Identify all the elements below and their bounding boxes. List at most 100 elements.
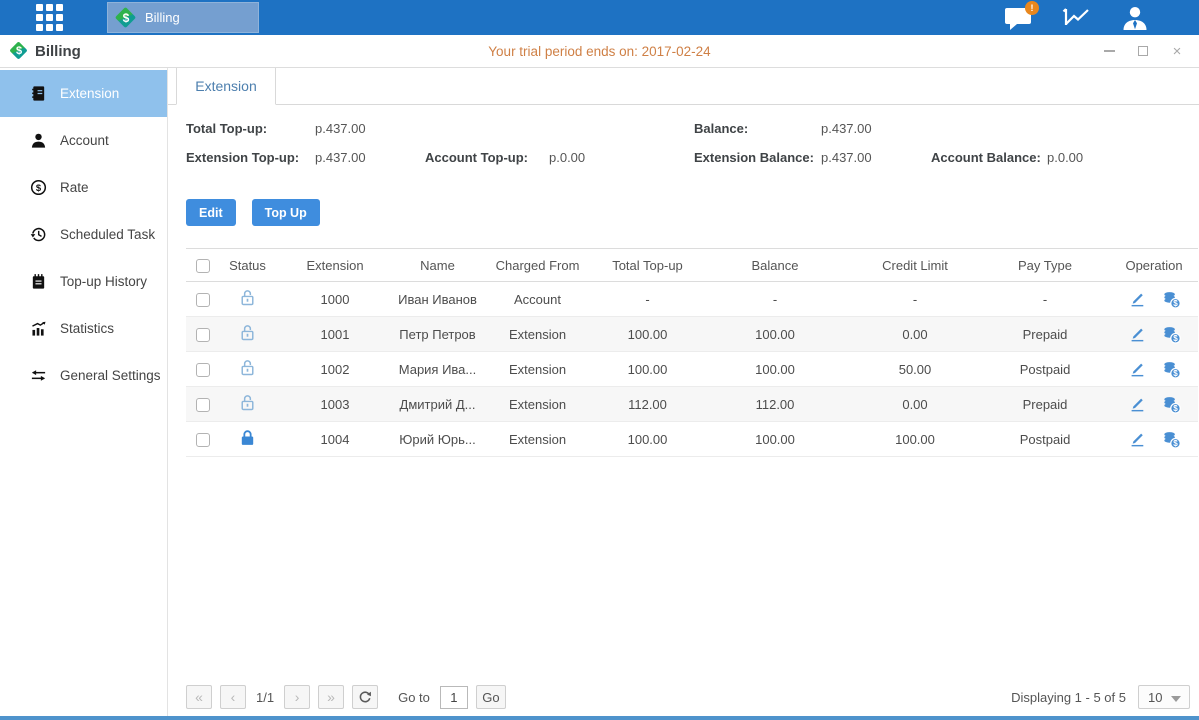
main-content: Extension Total Top-up: p.437.00 Extensi… xyxy=(168,68,1199,716)
refresh-button[interactable] xyxy=(352,685,378,709)
edit-pencil-icon[interactable] xyxy=(1128,325,1146,343)
top-up-coins-icon[interactable]: $ xyxy=(1162,395,1181,414)
next-page-button[interactable]: › xyxy=(284,685,310,709)
tab-bar: Extension xyxy=(168,68,1199,105)
sidebar-item-rate[interactable]: $ Rate xyxy=(0,164,167,211)
edit-pencil-icon[interactable] xyxy=(1128,430,1146,448)
close-button[interactable]: × xyxy=(1169,43,1185,59)
first-page-button[interactable]: « xyxy=(186,685,212,709)
extension-balance-value: p.437.00 xyxy=(821,150,931,165)
trial-period-message: Your trial period ends on: 2017-02-24 xyxy=(0,44,1199,59)
prev-page-button[interactable]: ‹ xyxy=(220,685,246,709)
top-up-coins-icon[interactable]: $ xyxy=(1162,360,1181,379)
cell-name: Иван Иванов xyxy=(395,282,480,317)
last-page-button[interactable]: » xyxy=(318,685,344,709)
cell-name: Петр Петров xyxy=(395,317,480,352)
billing-app-icon: $ xyxy=(115,7,137,29)
sidebar-item-extension[interactable]: Extension xyxy=(0,70,167,117)
svg-text:$: $ xyxy=(1173,369,1178,378)
svg-text:$: $ xyxy=(1173,299,1178,308)
extension-topup-label: Extension Top-up: xyxy=(186,150,315,165)
cell-pay-type: Prepaid xyxy=(980,387,1110,422)
cell-total-topup: - xyxy=(595,282,700,317)
sidebar-item-account[interactable]: Account xyxy=(0,117,167,164)
window-title-bar: $ Billing Your trial period ends on: 201… xyxy=(0,35,1199,68)
top-up-coins-icon[interactable]: $ xyxy=(1162,290,1181,309)
status-unlocked-icon xyxy=(238,358,257,377)
edit-pencil-icon[interactable] xyxy=(1128,290,1146,308)
page-size-select[interactable]: 10 xyxy=(1138,685,1190,709)
edit-button[interactable]: Edit xyxy=(186,199,236,226)
tab-extension[interactable]: Extension xyxy=(176,68,276,105)
window-title: Billing xyxy=(35,43,81,60)
col-extension: Extension xyxy=(275,249,395,282)
cell-balance: 100.00 xyxy=(700,352,850,387)
row-checkbox[interactable] xyxy=(196,398,210,412)
reports-chart-icon[interactable] xyxy=(1061,5,1093,31)
cell-pay-type: Postpaid xyxy=(980,422,1110,457)
scheduled-task-icon xyxy=(30,226,47,243)
statistics-icon xyxy=(30,320,47,337)
table-row[interactable]: 1000 Иван Иванов Account - - - - $ xyxy=(186,282,1198,317)
go-button[interactable]: Go xyxy=(476,685,506,709)
table-row[interactable]: 1002 Мария Ива... Extension 100.00 100.0… xyxy=(186,352,1198,387)
row-checkbox[interactable] xyxy=(196,363,210,377)
maximize-button[interactable] xyxy=(1135,43,1151,59)
col-total-topup: Total Top-up xyxy=(595,249,700,282)
user-account-icon[interactable] xyxy=(1119,5,1151,31)
messages-icon[interactable]: ! xyxy=(1003,5,1035,31)
svg-text:$: $ xyxy=(1173,439,1178,448)
cell-balance: - xyxy=(700,282,850,317)
edit-pencil-icon[interactable] xyxy=(1128,360,1146,378)
displaying-text: Displaying 1 - 5 of 5 xyxy=(1011,690,1126,705)
col-status: Status xyxy=(220,249,275,282)
select-all-checkbox[interactable] xyxy=(196,259,210,273)
sidebar-item-label: Scheduled Task xyxy=(60,227,155,242)
svg-text:$: $ xyxy=(1173,404,1178,413)
edit-pencil-icon[interactable] xyxy=(1128,395,1146,413)
table-row[interactable]: 1001 Петр Петров Extension 100.00 100.00… xyxy=(186,317,1198,352)
cell-balance: 112.00 xyxy=(700,387,850,422)
notification-badge: ! xyxy=(1025,1,1039,15)
cell-pay-type: Postpaid xyxy=(980,352,1110,387)
cell-balance: 100.00 xyxy=(700,422,850,457)
account-icon xyxy=(30,132,47,149)
page-indicator: 1/1 xyxy=(256,690,274,705)
pagination-bar: « ‹ 1/1 › » Go to Go Displaying 1 - 5 of… xyxy=(186,684,1190,710)
top-up-button[interactable]: Top Up xyxy=(252,199,320,226)
row-checkbox[interactable] xyxy=(196,328,210,342)
sidebar-item-scheduled-task[interactable]: Scheduled Task xyxy=(0,211,167,258)
goto-page-input[interactable] xyxy=(440,686,468,709)
cell-total-topup: 100.00 xyxy=(595,352,700,387)
cell-total-topup: 100.00 xyxy=(595,422,700,457)
row-checkbox[interactable] xyxy=(196,293,210,307)
cell-charged-from: Extension xyxy=(480,317,595,352)
billing-window-icon: $ xyxy=(9,41,29,61)
cell-name: Юрий Юрь... xyxy=(395,422,480,457)
cell-credit-limit: 0.00 xyxy=(850,317,980,352)
table-row[interactable]: 1004 Юрий Юрь... Extension 100.00 100.00… xyxy=(186,422,1198,457)
status-locked-icon xyxy=(238,428,257,447)
row-checkbox[interactable] xyxy=(196,433,210,447)
window-bottom-edge xyxy=(0,716,1199,720)
chevron-down-icon xyxy=(1171,696,1181,702)
summary-panel: Total Top-up: p.437.00 Extension Top-up:… xyxy=(186,121,1199,179)
col-pay-type: Pay Type xyxy=(980,249,1110,282)
status-unlocked-icon xyxy=(238,288,257,307)
sidebar-item-label: Account xyxy=(60,133,109,148)
sidebar-item-label: Extension xyxy=(60,86,119,101)
page-size-value: 10 xyxy=(1148,690,1162,705)
app-grid-icon[interactable] xyxy=(36,4,63,31)
general-settings-icon xyxy=(30,367,47,384)
cell-total-topup: 100.00 xyxy=(595,317,700,352)
top-up-coins-icon[interactable]: $ xyxy=(1162,430,1181,449)
extensions-table: Status Extension Name Charged From Total… xyxy=(186,248,1198,457)
top-up-coins-icon[interactable]: $ xyxy=(1162,325,1181,344)
cell-name: Мария Ива... xyxy=(395,352,480,387)
minimize-button[interactable] xyxy=(1101,43,1117,59)
sidebar-item-general-settings[interactable]: General Settings xyxy=(0,352,167,399)
sidebar-item-statistics[interactable]: Statistics xyxy=(0,305,167,352)
topbar-tab-billing[interactable]: $ Billing xyxy=(107,2,259,33)
sidebar-item-topup-history[interactable]: Top-up History xyxy=(0,258,167,305)
table-row[interactable]: 1003 Дмитрий Д... Extension 112.00 112.0… xyxy=(186,387,1198,422)
